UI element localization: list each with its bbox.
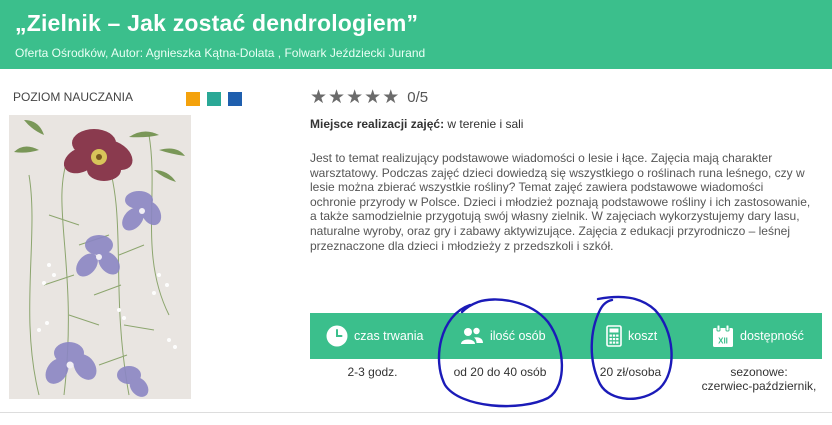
header-bar: „Zielnik – Jak zostać dendrologiem” Ofer…	[0, 0, 832, 69]
herbarium-illustration	[9, 115, 191, 399]
info-duration-label: czas trwania	[354, 329, 424, 343]
info-bar: czas trwania ilość osób koszt XII dostęp…	[310, 313, 822, 359]
place-label: Miejsce realizacji zajęć:	[310, 117, 445, 131]
info-availability-label: dostępność	[740, 329, 804, 343]
info-people: ilość osób	[460, 313, 546, 359]
description-line: lesie można zbierać wszystkie rośliny? T…	[310, 180, 764, 195]
place-of-classes: Miejsce realizacji zajęć: w terenie i sa…	[310, 117, 523, 131]
description-line: Jest to temat realizujący podstawowe wia…	[310, 151, 773, 165]
page-title: „Zielnik – Jak zostać dendrologiem”	[15, 10, 419, 36]
level-swatch-blue[interactable]	[228, 92, 242, 106]
teaching-level-swatches	[186, 92, 242, 106]
rating-stars[interactable]: ★ ★ ★ ★ ★ 0/5	[310, 88, 428, 107]
calendar-month-text: XII	[718, 337, 728, 346]
level-swatch-teal[interactable]	[207, 92, 221, 106]
section-divider	[0, 412, 832, 413]
info-availability-value-line2: czerwiec-październik,	[701, 379, 817, 393]
place-value: w terenie i sali	[444, 117, 524, 131]
info-cost-value: 20 zł/osoba	[599, 365, 662, 379]
info-availability-value-line1: sezonowe:	[730, 365, 788, 379]
info-cost: koszt	[606, 313, 657, 359]
info-availability-value: sezonowe: czerwiec-październik,	[690, 365, 828, 393]
info-cost-label: koszt	[628, 329, 658, 343]
calendar-icon: XII	[713, 324, 733, 347]
description: Jest to temat realizujący podstawowe wia…	[310, 151, 822, 253]
star-icon[interactable]: ★	[328, 88, 345, 107]
page-subtitle: Oferta Ośrodków, Autor: Agnieszka Kątna-…	[15, 46, 426, 60]
info-duration: czas trwania	[326, 313, 423, 359]
info-people-label: ilość osób	[490, 329, 546, 343]
description-line: ochronie przyrody w Polsce. Dzieci i mło…	[310, 194, 811, 209]
info-availability: XII dostępność	[712, 313, 804, 359]
rating-value: 0/5	[407, 89, 429, 106]
description-line: naturalne wyroby, oraz gry i zabawy akty…	[310, 223, 790, 238]
calculator-icon	[606, 325, 622, 347]
star-icon[interactable]: ★	[310, 88, 327, 107]
level-swatch-orange[interactable]	[186, 92, 200, 106]
description-line: warsztatowy. Podczas zajęć dzieci dowied…	[310, 165, 805, 180]
star-icon[interactable]: ★	[346, 88, 363, 107]
people-icon	[461, 327, 483, 344]
star-icon[interactable]: ★	[382, 88, 399, 107]
info-people-value: od 20 do 40 osób	[453, 365, 547, 379]
teaching-level-label: POZIOM NAUCZANIA	[13, 90, 134, 104]
description-line: a także samodzielnie przygotują swój wła…	[310, 209, 800, 224]
info-duration-value: 2-3 godz.	[347, 365, 398, 379]
clock-icon	[326, 325, 348, 347]
star-icon[interactable]: ★	[364, 88, 381, 107]
description-line: przeznaczone dla dzieci i młodzieży z pr…	[310, 238, 614, 253]
herbarium-photo	[9, 115, 191, 399]
